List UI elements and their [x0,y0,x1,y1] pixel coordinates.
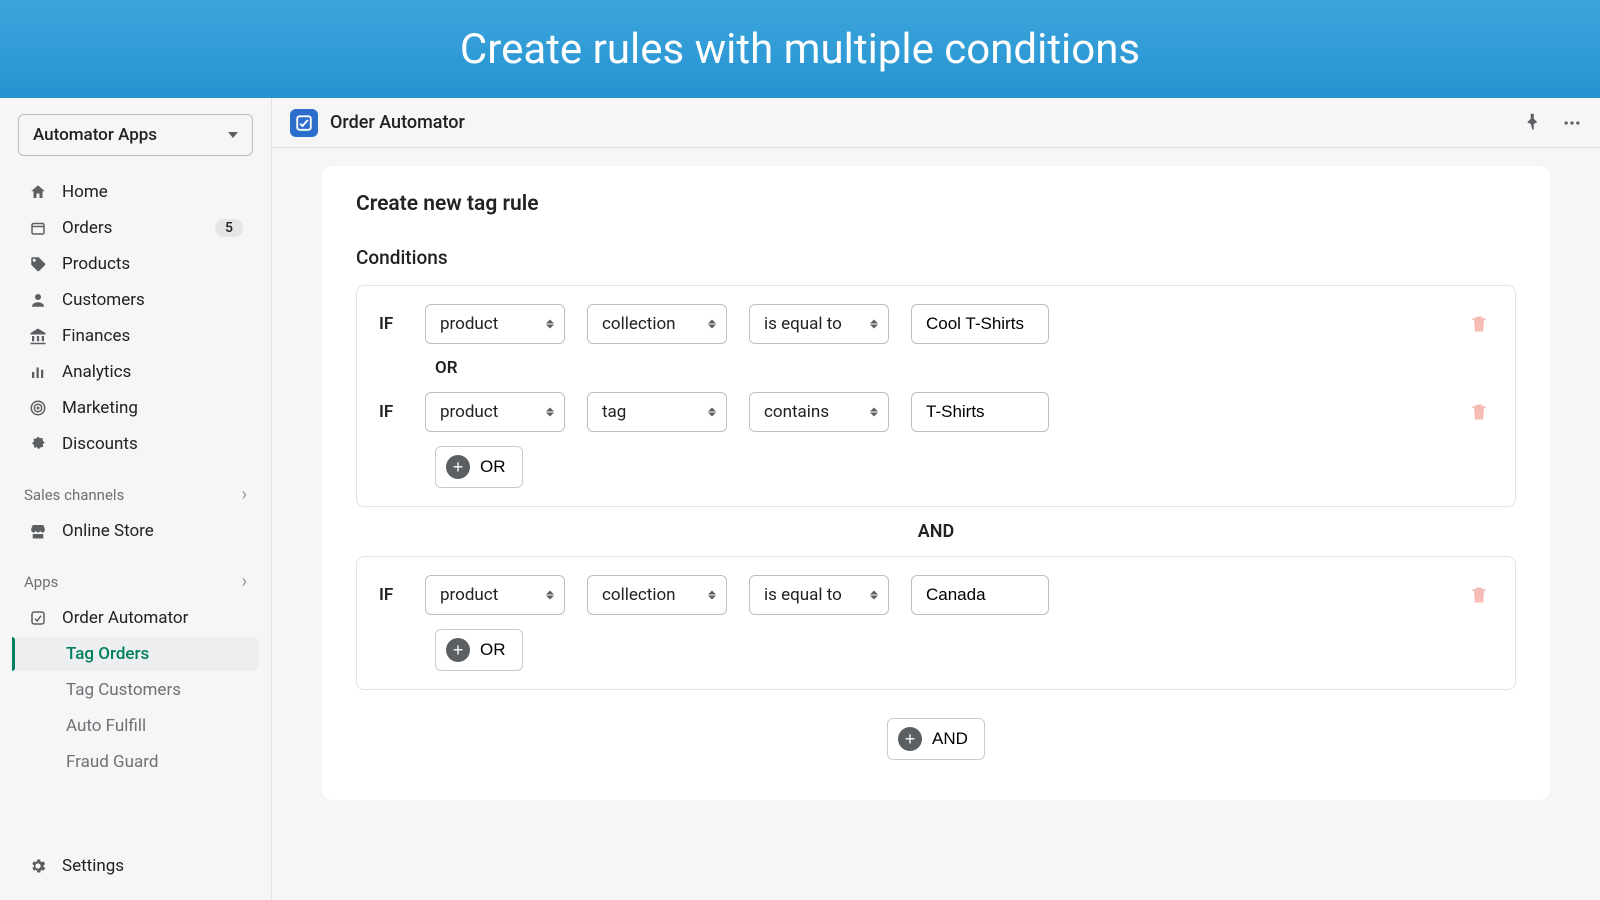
nav-marketing[interactable]: Marketing [12,391,259,425]
if-label: IF [379,314,403,334]
select-field-operator[interactable]: is equal to [749,575,889,615]
nav-label: Settings [62,856,124,876]
value-input[interactable] [911,575,1049,615]
banner-title: Create rules with multiple conditions [460,25,1140,74]
nav-order-automator[interactable]: Order Automator [12,601,259,635]
nav-label: Discounts [62,434,138,454]
sales-channels-header[interactable]: Sales channels › [8,476,263,513]
subnav-fraud-guard[interactable]: Fraud Guard [12,745,259,779]
updown-icon [708,408,716,417]
nav-label: Home [62,182,108,202]
if-label: IF [379,585,403,605]
nav-label: Orders [62,218,112,238]
value-input[interactable] [911,304,1049,344]
condition-group: IF product collection is equal to OR IF … [356,285,1516,507]
delete-row-button[interactable] [1465,398,1493,426]
subnav-auto-fulfill[interactable]: Auto Fulfill [12,709,259,743]
nav-label: Order Automator [62,608,188,628]
select-field-subject[interactable]: product [425,304,565,344]
nav-label: Marketing [62,398,138,418]
subnav-tag-customers[interactable]: Tag Customers [12,673,259,707]
updown-icon [546,320,554,329]
value-input[interactable] [911,392,1049,432]
plus-icon: + [446,638,470,662]
condition-group: IF product collection is equal to + OR [356,556,1516,690]
condition-row: IF product collection is equal to [379,304,1493,344]
chevron-right-icon: › [242,571,247,592]
person-icon [28,290,48,310]
updown-icon [708,320,716,329]
select-field-operator[interactable]: is equal to [749,304,889,344]
updown-icon [546,408,554,417]
orders-icon [28,218,48,238]
updown-icon [870,408,878,417]
chevron-right-icon: › [242,484,247,505]
target-icon [28,398,48,418]
more-icon[interactable] [1562,113,1582,133]
subnav-tag-orders[interactable]: Tag Orders [12,637,259,671]
plus-icon: + [446,455,470,479]
analytics-icon [28,362,48,382]
section-label: Sales channels [24,486,124,504]
discount-icon [28,434,48,454]
card-title: Create new tag rule [356,192,1516,216]
delete-row-button[interactable] [1465,310,1493,338]
updown-icon [870,320,878,329]
pin-icon[interactable] [1524,113,1544,133]
select-field-attribute[interactable]: tag [587,392,727,432]
select-field-attribute[interactable]: collection [587,575,727,615]
nav-home[interactable]: Home [12,175,259,209]
caret-down-icon [228,132,238,138]
if-label: IF [379,402,403,422]
select-field-attribute[interactable]: collection [587,304,727,344]
delete-row-button[interactable] [1465,581,1493,609]
app-icon [28,608,48,628]
nav-products[interactable]: Products [12,247,259,281]
updown-icon [708,591,716,600]
section-label: Apps [24,573,58,591]
condition-row: IF product collection is equal to [379,575,1493,615]
app-logo-icon [290,109,318,137]
or-separator: OR [379,344,1493,392]
nav-analytics[interactable]: Analytics [12,355,259,389]
nav-finances[interactable]: Finances [12,319,259,353]
add-or-button[interactable]: + OR [435,629,523,671]
add-and-button[interactable]: + AND [887,718,985,760]
condition-row: IF product tag contains [379,392,1493,432]
and-separator: AND [356,521,1516,542]
updown-icon [546,591,554,600]
nav-label: Products [62,254,130,274]
home-icon [28,182,48,202]
orders-badge: 5 [215,219,243,237]
rule-card: Create new tag rule Conditions IF produc… [322,166,1550,800]
tag-icon [28,254,48,274]
topbar: Order Automator [272,98,1600,148]
nav-online-store[interactable]: Online Store [12,514,259,548]
select-field-subject[interactable]: product [425,575,565,615]
nav-label: Finances [62,326,130,346]
nav-discounts[interactable]: Discounts [12,427,259,461]
nav-orders[interactable]: Orders 5 [12,211,259,245]
app-switcher-dropdown[interactable]: Automator Apps [18,114,253,156]
store-icon [28,521,48,541]
gear-icon [28,856,48,876]
nav-label: Online Store [62,521,154,541]
select-field-operator[interactable]: contains [749,392,889,432]
apps-header[interactable]: Apps › [8,563,263,600]
nav-label: Customers [62,290,145,310]
plus-icon: + [898,727,922,751]
sidebar: Automator Apps Home Orders 5 Products Cu… [0,98,272,900]
select-field-subject[interactable]: product [425,392,565,432]
bank-icon [28,326,48,346]
promo-banner: Create rules with multiple conditions [0,0,1600,98]
nav-customers[interactable]: Customers [12,283,259,317]
conditions-title: Conditions [356,246,1516,269]
app-switcher-label: Automator Apps [33,125,157,145]
add-or-button[interactable]: + OR [435,446,523,488]
nav-settings[interactable]: Settings [12,849,259,883]
nav-label: Analytics [62,362,131,382]
updown-icon [870,591,878,600]
app-title: Order Automator [330,112,465,133]
